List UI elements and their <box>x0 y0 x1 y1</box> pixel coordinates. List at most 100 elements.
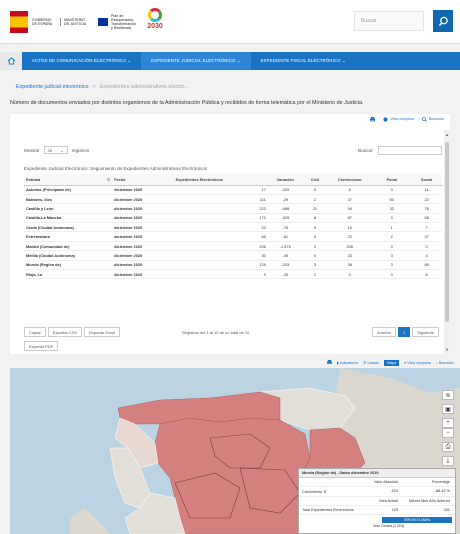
page-1-button[interactable]: 1 <box>398 327 411 337</box>
header-search-input[interactable]: Buscar <box>354 11 424 31</box>
popup-col-abs: Valor Absoluto <box>373 480 398 484</box>
full-view-button[interactable]: Vista completa <box>383 116 414 122</box>
ue-logo[interactable]: Plan de Recuperación, Transformación y R… <box>98 12 138 32</box>
popup-total-prev: 432 <box>443 508 450 512</box>
table-search-label: Buscar: <box>358 148 374 153</box>
table-cell: 0 <box>302 250 328 261</box>
expand-icon: ● <box>404 361 407 365</box>
agenda-2030-text: 2030 <box>147 23 163 30</box>
table-scrollbar[interactable]: ▲ ▼ <box>444 130 450 354</box>
table-row[interactable]: Madrid (Comunidad de) diciembre 2020 206 -1… <box>24 241 442 252</box>
col-social[interactable]: Social <box>411 174 442 186</box>
breadcrumb: Expediente judicial electrónico > Expedien… <box>16 84 189 90</box>
table-cell: -329 <box>267 213 303 224</box>
table-row[interactable]: Asturias (Principado de) diciembre 2020 17… <box>24 185 442 195</box>
zoom-out-button[interactable]: − <box>442 428 454 438</box>
nav-item-expediente-judicial[interactable]: EXPEDIENTE JUDICIAL ELECTRÓNICO ⌄ <box>141 52 251 70</box>
col-contencioso[interactable]: Contencioso <box>327 174 373 186</box>
table-cell: 129 <box>173 260 268 271</box>
export-pdf-button[interactable]: Exportar PDF <box>24 341 59 351</box>
table-cell: 17 <box>173 185 268 195</box>
table-row[interactable]: Baleares, Illes diciembre 2020 111 -29 2 37 50… <box>24 194 442 205</box>
map-full-view-button[interactable]: ● Vista completa <box>404 361 431 365</box>
data-table: Entidad ⇅ Fecha Expedientes Electrónicos … <box>24 174 442 280</box>
table-cell: 0 <box>372 185 412 195</box>
table-cell: -43 <box>267 269 303 280</box>
nav-item-expediente-fiscal[interactable]: EXPEDIENTE FISCAL ELECTRÓNICO ⌄ <box>251 52 356 70</box>
table-cell: 87 <box>327 213 373 224</box>
table-cell: 206 <box>173 241 268 252</box>
table-row[interactable]: Castilla y León diciembre 2020 223 -498 21 94… <box>24 203 442 214</box>
table-cell: 172 <box>173 213 268 224</box>
export-buttons: Copiar Exportar CSV Exportar Excel <box>24 327 121 337</box>
export-pdf-wrap: Exportar PDF <box>24 341 59 351</box>
table-row[interactable]: Castilla-La Mancha diciembre 2020 172 -329 8… <box>24 213 442 224</box>
table-cell: 0 <box>372 269 412 280</box>
print-map-button[interactable] <box>326 360 332 366</box>
col-penal[interactable]: Penal <box>372 174 412 186</box>
table-cell: 206 <box>327 241 373 252</box>
breadcrumb-root[interactable]: Expediente judicial electrónico <box>16 84 89 90</box>
table-cell: diciembre 2020 <box>112 222 174 233</box>
list-button[interactable]: ☰ Listado <box>363 361 379 365</box>
col-civil[interactable]: Civil <box>302 174 328 186</box>
map-download-button[interactable]: ⤓ <box>442 456 454 466</box>
col-entidad-label: Entidad <box>26 176 41 182</box>
main-nav: ACTOS DE COMUNICACIÓN ELECTRÓNICA ⌄ EXPE… <box>0 52 460 70</box>
zoom-in-button[interactable]: + <box>442 418 454 428</box>
table-cell: Melilla (Ciudad Autónoma) <box>24 250 113 261</box>
table-cell: 2 <box>302 194 328 205</box>
scrollbar-thumb[interactable] <box>445 142 449 322</box>
col-entidad[interactable]: Entidad ⇅ <box>24 174 113 186</box>
prev-page-button[interactable]: Anterior <box>372 327 397 337</box>
table-cell: 22 <box>327 231 373 242</box>
table-toolbar: Vista completa Buscador <box>10 114 450 124</box>
table-search-input[interactable] <box>377 146 442 155</box>
popup-empty-cell <box>302 480 358 484</box>
table-cell: diciembre 2020 <box>112 185 174 195</box>
map-finder-button[interactable]: ⌕ Buscador <box>436 361 454 365</box>
list-label: Listado <box>367 361 380 365</box>
records-info: Registros del 1 al 10 de un total de 10 <box>182 330 250 335</box>
table-row[interactable]: Extremadura diciembre 2020 66 -61 5 22 2 37 <box>24 231 442 242</box>
header-search-button[interactable] <box>433 10 453 32</box>
col-variacion[interactable]: Variación <box>267 174 303 186</box>
map-finder-label: Buscador <box>438 361 454 365</box>
col-expedientes[interactable]: Expedientes Electrónicos <box>173 174 268 186</box>
popup-extra: Gran Canaria (2.23%) <box>373 524 405 528</box>
finder-button[interactable]: Buscador <box>422 116 444 122</box>
next-page-button[interactable]: Siguiente <box>412 327 439 337</box>
table-row[interactable]: Ceuta (Ciudad Autónoma) diciembre 2020 22-… <box>24 222 442 233</box>
export-excel-button[interactable]: Exportar Excel <box>84 327 121 337</box>
table-row[interactable]: Murcia (Región de) diciembre 2020 129 -203 3… <box>24 260 442 271</box>
col-fecha[interactable]: Fecha <box>112 174 174 186</box>
pagination: Anterior 1 Siguiente <box>372 327 439 337</box>
page-size-select[interactable]: 25 ⌄ <box>43 146 68 154</box>
table-cell: diciembre 2020 <box>112 213 174 224</box>
map-layers-button[interactable]: ≋ <box>442 390 454 400</box>
map-full-view-label: Vista completa <box>407 361 431 365</box>
export-csv-button[interactable]: Exportar CSV <box>47 327 83 337</box>
table-row[interactable]: Rioja, La diciembre 2020 9 -43 1 0 0 8 <box>24 269 442 280</box>
map-print-button[interactable]: ⎙ <box>442 442 454 452</box>
map-fullscreen-button[interactable]: ▣ <box>442 404 454 414</box>
table-row[interactable]: Melilla (Ciudad Autónoma) diciembre 2020 3… <box>24 250 442 261</box>
agenda-2030-logo[interactable]: 2030 <box>146 8 164 36</box>
scroll-up-icon[interactable]: ▲ <box>445 132 449 137</box>
indicators-button[interactable]: ▮ Indicadores <box>337 361 359 365</box>
nav-item-actos[interactable]: ACTOS DE COMUNICACIÓN ELECTRÓNICA ⌄ <box>22 52 141 70</box>
print-button[interactable] <box>370 116 376 122</box>
table-cell: 7 <box>411 222 442 233</box>
home-button[interactable] <box>0 52 22 70</box>
gobierno-logo[interactable]: GOBIERNO DE ESPAÑA MINISTERIO DE JUSTICI… <box>10 9 92 35</box>
print-icon <box>370 116 376 122</box>
table-cell: 0 <box>411 241 442 252</box>
ministry-line2: MINISTERIO DE JUSTICIA <box>60 17 88 27</box>
copy-button[interactable]: Copiar <box>24 327 46 337</box>
table-cell: 0 <box>372 241 412 252</box>
scroll-down-icon[interactable]: ▼ <box>445 347 449 352</box>
table-cell: Ceuta (Ciudad Autónoma) <box>24 222 113 233</box>
plus-icon: + <box>446 420 450 426</box>
map-button[interactable]: Mapa <box>384 360 400 366</box>
page-size-control: Mostrar 25 ⌄ registros <box>24 146 89 154</box>
